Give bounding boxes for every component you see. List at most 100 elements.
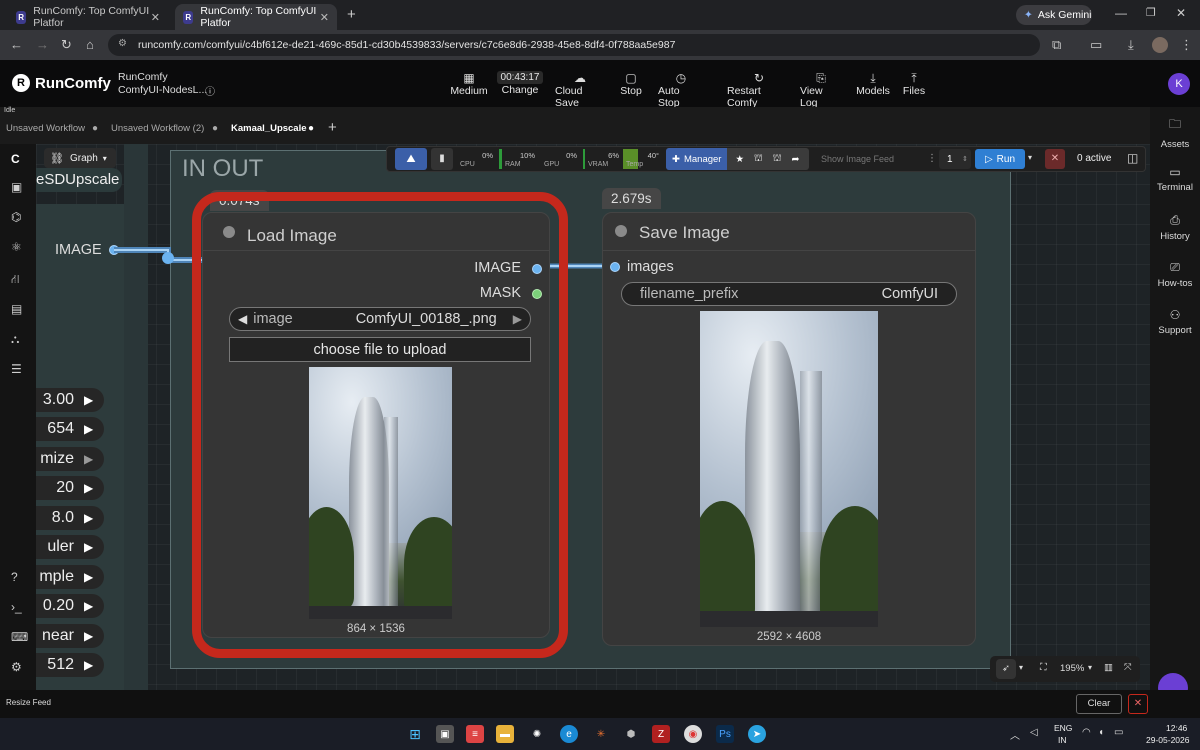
language-indicator[interactable]: ENG [1054,723,1072,733]
stop-button[interactable]: ▢ Stop [619,71,643,97]
history-button[interactable]: ⎙ History [1150,213,1200,242]
wifi-icon[interactable]: ◠ [1082,727,1091,738]
models-button[interactable]: ⤓ Models [856,71,890,97]
menu-kebab-icon[interactable]: ⋮ [1180,37,1193,53]
share-icon[interactable]: ➦ [791,154,799,165]
battery-icon[interactable]: ▭ [1114,727,1123,738]
brand-name[interactable]: RunComfy [35,75,111,92]
app-icon[interactable]: ≡ [466,725,484,743]
new-tab-button[interactable]: + [347,6,356,23]
show-image-feed-toggle[interactable]: Show Image Feed [821,154,894,164]
forward-icon[interactable]: → [36,37,49,52]
resize-feed-button[interactable]: Resize Feed [6,698,51,707]
windows-start-icon[interactable]: ⊞ [406,725,424,743]
chevron-down-icon[interactable]: ▾ [1088,663,1092,672]
images-icon[interactable]: ▣ [11,180,22,194]
chatgpt-icon[interactable]: ✺ [528,725,546,743]
nodes-library-icon[interactable]: ⚛ [11,240,22,254]
images-input-socket[interactable] [610,262,620,272]
select-tool-icon[interactable]: ➶ [996,659,1016,679]
workflow-tab-1[interactable]: Unsaved Workflow [6,123,85,134]
restart-comfy-button[interactable]: ↻ Restart Comfy [727,71,791,109]
models-icon[interactable]: ⛫ [773,153,782,165]
site-info-icon[interactable]: ⚙ [118,38,127,49]
panel-toggle-icon[interactable]: ◫ [1127,151,1138,165]
profile-avatar-icon[interactable] [1152,37,1168,53]
bookmark-icon[interactable]: ▮ [431,148,453,170]
filename-prefix-widget[interactable]: filename_prefix ComfyUI [621,282,957,306]
back-icon[interactable]: ← [10,37,23,52]
claude-icon[interactable]: ✳ [592,725,610,743]
how-tos-button[interactable]: ⎚ How-tos [1150,260,1200,289]
minimize-icon[interactable]: — [1115,6,1127,20]
settings-gear-icon[interactable]: ⚙ [11,660,22,674]
user-avatar[interactable]: K [1168,73,1190,95]
extensions-icon[interactable]: ⧉ [1052,37,1061,53]
layers-icon[interactable]: ☰ [11,362,22,376]
cast-icon[interactable]: ▭ [1090,37,1102,53]
assets-button[interactable]: 🗀 Assets [1150,115,1200,150]
address-bar[interactable]: ⚙ runcomfy.com/comfyui/c4bf612e-de21-469… [108,34,1040,56]
manager-button[interactable]: ✚ Manager [666,148,728,170]
browser-tab-1[interactable]: R RunComfy: Top ComfyUI Platfor ✕ [8,4,168,30]
clock-time[interactable]: 12:46 [1166,723,1187,733]
node-collapse-dot[interactable] [615,225,627,237]
terminal-button[interactable]: ▭ Terminal [1150,165,1200,193]
edge-icon[interactable]: e [560,725,578,743]
ask-gemini-button[interactable]: ✦ Ask Gemini [1016,5,1092,25]
zoom-level[interactable]: 195% [1060,663,1084,674]
cloud-save-button[interactable]: ☁ Cloud Save [555,71,605,109]
restore-icon[interactable]: ❐ [1146,6,1156,19]
link-visibility-icon[interactable]: ⤧ [1124,662,1132,673]
photoshop-icon[interactable]: Ps [716,725,734,743]
chevron-down-icon[interactable]: ▾ [1019,663,1023,672]
file-explorer-icon[interactable]: ▬ [496,725,514,743]
files-button[interactable]: ⤒ Files [903,71,925,97]
clock-date[interactable]: 29-05-2026 [1146,735,1189,745]
active-queue-count[interactable]: 0 active [1077,153,1111,164]
view-log-button[interactable]: ⎘ View Log [800,71,842,109]
workflow-tab-3[interactable]: Kamaal_Upscale [231,123,307,134]
info-icon[interactable]: ⓘ [205,83,215,98]
batch-count-input[interactable]: 1 ⇕ [939,149,971,169]
app-cube-icon[interactable]: ⬢ [622,725,640,743]
prefix-value[interactable]: ComfyUI [882,286,938,302]
home-icon[interactable]: ⌂ [86,37,94,52]
chrome-icon[interactable]: ◉ [684,725,702,743]
node-icon[interactable]: ⛫ [754,153,763,165]
tray-chevron-icon[interactable]: ︿ [1010,727,1020,742]
node-canvas[interactable]: eSDUpscale IMAGE 3.00 ▶ 654 ▶ mize ▶ 20 ▶ 8.… [36,144,1150,690]
task-view-icon[interactable]: ▣ [436,725,454,743]
model-library-icon[interactable]: ⛬ [11,332,19,347]
save-image-title[interactable]: Save Image [639,223,730,243]
comfy-c-logo-icon[interactable]: C [11,152,20,166]
close-window-icon[interactable]: ✕ [1176,6,1186,20]
change-button[interactable]: 00:43:17 Change [496,71,544,96]
location-icon[interactable]: ◁ [1030,727,1038,738]
filezilla-icon[interactable]: Z [652,725,670,743]
help-icon[interactable]: ? [11,570,18,584]
close-icon[interactable]: ✕ [320,11,329,24]
templates-icon[interactable]: ▤ [11,302,22,316]
telegram-icon[interactable]: ➤ [748,725,766,743]
downloads-icon[interactable]: ⤓ [1128,37,1134,53]
chevron-down-icon[interactable]: ▾ [1028,153,1032,162]
add-workflow-tab-button[interactable]: + [328,119,337,136]
run-button[interactable]: ▷ Run [975,149,1025,169]
console-icon[interactable]: ›_ [11,600,22,614]
browser-tab-2[interactable]: R RunComfy: Top ComfyUI Platfor ✕ [175,4,337,30]
save-image-node[interactable]: Save Image images filename_prefix ComfyU… [602,212,976,646]
cancel-queue-button[interactable]: ✕ [1045,149,1065,169]
region-indicator[interactable]: IN [1058,735,1067,745]
keyboard-icon[interactable]: ⌨ [11,630,28,644]
stepper-icon[interactable]: ⇕ [962,155,968,163]
close-feed-button[interactable]: ✕ [1128,694,1148,714]
volume-icon[interactable]: ◖ [1098,727,1104,738]
workflow-tab-2[interactable]: Unsaved Workflow (2) [111,123,204,134]
queue-icon[interactable]: ⌬ [11,210,21,224]
workflows-icon[interactable]: ⛙ [11,272,19,288]
fit-view-icon[interactable]: ⛶ [1040,662,1047,673]
reload-icon[interactable]: ↻ [61,37,72,53]
clear-button[interactable]: Clear [1076,694,1122,714]
minimap-icon[interactable]: ▥ [1104,662,1113,673]
